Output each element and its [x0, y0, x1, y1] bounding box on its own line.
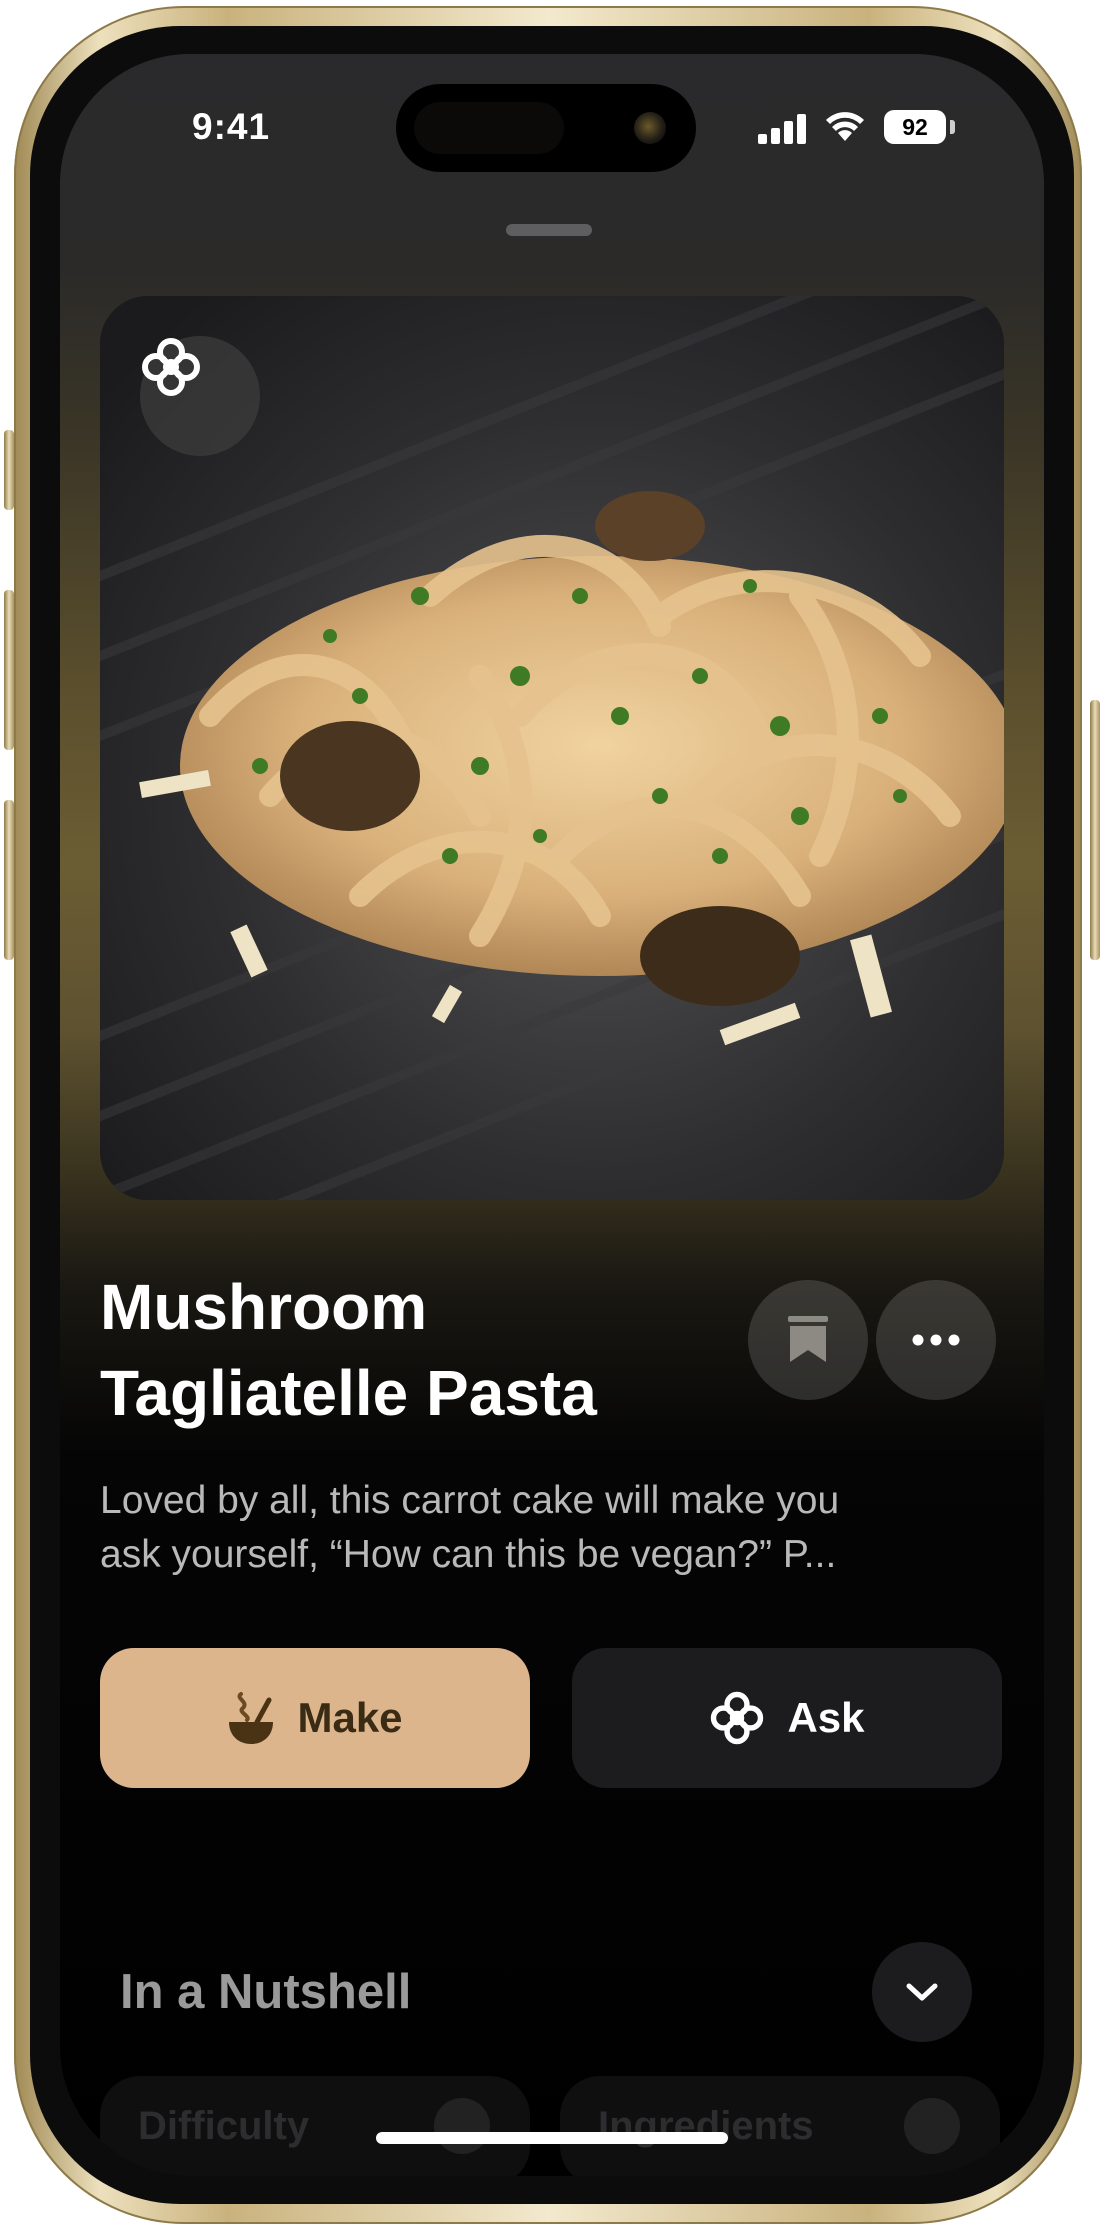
action-button: [4, 430, 14, 510]
ai-badge-button[interactable]: [140, 336, 260, 456]
cellular-signal-icon: [758, 114, 810, 144]
ask-button-label: Ask: [787, 1694, 865, 1741]
difficulty-chip-label: Difficulty: [138, 2104, 310, 2148]
power-button: [1090, 700, 1100, 960]
dynamic-island: [396, 84, 696, 172]
cooking-pot-icon: [229, 1692, 274, 1744]
nutshell-expand-button[interactable]: [872, 1942, 972, 2042]
ask-button[interactable]: Ask: [572, 1648, 1002, 1788]
volume-down-button: [4, 800, 14, 960]
camera-icon: [634, 112, 666, 144]
sheet-grabber[interactable]: [506, 224, 592, 236]
wifi-icon: [826, 112, 864, 141]
difficulty-chip[interactable]: Difficulty: [100, 2076, 530, 2176]
recipe-title: Mushroom Tagliatelle Pasta: [100, 1264, 760, 1436]
status-bar: 9:41 92: [60, 54, 1044, 194]
clover-icon: [142, 338, 200, 396]
ingredients-chip[interactable]: Ingredients: [560, 2076, 1000, 2176]
island-sensor: [414, 102, 564, 154]
ok-hand-icon: [434, 2098, 490, 2154]
more-button[interactable]: [876, 1280, 996, 1400]
recipe-title-line-1: Mushroom: [100, 1271, 428, 1343]
recipe-description: Loved by all, this carrot cake will make…: [100, 1474, 1010, 1582]
battery-nub: [950, 120, 955, 134]
recipe-hero-image: [100, 296, 1004, 1200]
battery-icon: 92: [884, 110, 946, 144]
pot-icon: [904, 2098, 960, 2154]
bookmark-icon: [788, 1316, 828, 1362]
recipe-description-line-2: ask yourself, “How can this be vegan?” P…: [100, 1533, 837, 1576]
nutshell-section-title: In a Nutshell: [120, 1965, 412, 2019]
home-indicator[interactable]: [376, 2132, 728, 2144]
volume-up-button: [4, 590, 14, 750]
chevron-down-icon: [906, 1983, 938, 2001]
more-icon: [912, 1334, 960, 1346]
recipe-title-line-2: Tagliatelle Pasta: [100, 1357, 597, 1429]
recipe-description-line-1: Loved by all, this carrot cake will make…: [100, 1479, 840, 1522]
status-time: 9:41: [192, 106, 271, 147]
screen: 9:41 92 Mushroom Tagliatelle Pasta Loved…: [60, 54, 1044, 2176]
clover-icon: [711, 1691, 764, 1745]
make-button-label: Make: [297, 1694, 403, 1741]
bookmark-button[interactable]: [748, 1280, 868, 1400]
make-button[interactable]: Make: [100, 1648, 530, 1788]
